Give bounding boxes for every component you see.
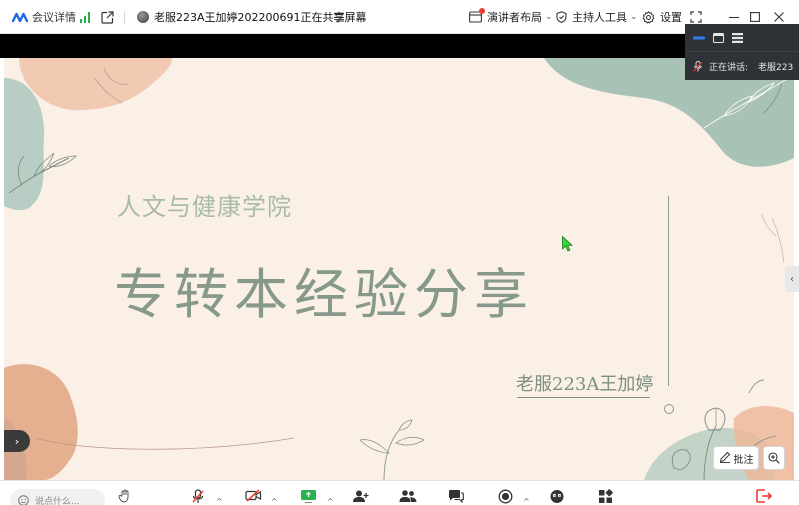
settings-label: 设置	[660, 11, 682, 24]
host-tools-label: 主持人工具	[572, 11, 627, 24]
slide-subtitle: 人文与健康学院	[117, 193, 292, 221]
shield-icon	[556, 11, 567, 23]
chevron-down-icon: ⌄	[545, 12, 553, 22]
speaking-label: 正在讲话:	[709, 62, 749, 73]
slide-divider-dot	[664, 404, 674, 414]
record-icon[interactable]	[498, 489, 513, 504]
layout-icon	[469, 8, 485, 23]
applications-icon[interactable]	[598, 489, 613, 504]
zoom-in-icon	[768, 449, 780, 468]
chevron-up-icon[interactable]: ^	[216, 497, 223, 505]
apps-emoji-icon[interactable]	[549, 489, 565, 504]
chevron-down-icon: ⌄	[630, 12, 638, 22]
chevron-up-icon[interactable]: ^	[327, 497, 334, 505]
remote-cursor-icon	[562, 235, 574, 256]
speaker-view-icon[interactable]	[693, 28, 705, 47]
mute-microphone-icon[interactable]	[191, 489, 205, 504]
annotate-label: 批注	[733, 454, 754, 466]
participants-icon[interactable]	[399, 489, 417, 503]
slide-author: 老服223A王加婷	[516, 374, 654, 395]
notification-dot	[479, 8, 485, 14]
toolbar-divider	[124, 11, 125, 24]
mic-muted-icon	[693, 60, 703, 72]
collapse-panel-button[interactable]: ‹	[785, 266, 799, 292]
chat-quick-input[interactable]: 说点什么...	[10, 489, 105, 505]
meeting-info-button[interactable]: 会议详情	[32, 0, 76, 34]
speaker-floating-panel[interactable]: 正在讲话: 老服223	[685, 24, 799, 80]
share-options-icon[interactable]	[334, 0, 344, 34]
chat-icon[interactable]	[448, 489, 464, 503]
app-logo-icon	[12, 0, 28, 34]
chevron-up-icon[interactable]: ^	[523, 497, 530, 505]
author-underline	[517, 397, 650, 398]
presenter-avatar	[137, 0, 149, 34]
speaker-layout-button[interactable]: 演讲者布局 ⌄	[469, 0, 553, 34]
raise-hand-icon[interactable]	[118, 489, 132, 503]
active-speaker-name: 老服223	[758, 62, 794, 73]
stop-video-icon[interactable]	[245, 489, 262, 502]
view-mode-switcher	[685, 24, 799, 52]
invite-icon[interactable]	[352, 489, 369, 503]
gallery-single-icon[interactable]	[713, 28, 724, 47]
share-screen-icon[interactable]	[300, 489, 317, 503]
host-tools-button[interactable]: 主持人工具 ⌄	[556, 0, 638, 34]
zoom-in-button[interactable]	[763, 446, 785, 470]
app-window: 会议详情 老服223A王加婷202200691正在共享屏幕 演讲者布局 ⌄ 主持…	[0, 0, 799, 505]
slide-divider-line	[668, 196, 669, 386]
chevron-up-icon[interactable]: ^	[271, 497, 278, 505]
top-toolbar: 会议详情 老服223A王加婷202200691正在共享屏幕 演讲者布局 ⌄ 主持…	[0, 0, 799, 34]
signal-strength-icon[interactable]	[80, 0, 91, 34]
expand-panel-button[interactable]: ›	[4, 430, 30, 452]
annotate-button[interactable]: 批注	[713, 446, 759, 470]
gear-icon	[642, 10, 655, 24]
chat-placeholder: 说点什么...	[35, 496, 80, 505]
active-speaker-row: 正在讲话: 老服223	[685, 52, 799, 80]
screen-share-letterbox	[0, 34, 799, 58]
list-view-icon[interactable]	[732, 28, 743, 47]
emoji-icon	[18, 494, 29, 505]
speaker-layout-label: 演讲者布局	[487, 11, 542, 24]
share-external-icon[interactable]	[101, 0, 114, 34]
shared-screen-slide: 人文与健康学院 专转本经验分享 老服223A王加婷	[4, 58, 794, 480]
bottom-toolbar: 说点什么... ^ ^ ^ ^	[0, 480, 799, 505]
chevron-right-icon: ›	[14, 434, 20, 448]
chevron-left-icon: ‹	[790, 273, 794, 285]
leave-meeting-icon[interactable]	[756, 489, 772, 503]
slide-title: 专转本经验分享	[114, 263, 534, 326]
settings-button[interactable]: 设置	[642, 0, 682, 34]
pen-icon	[719, 451, 731, 466]
